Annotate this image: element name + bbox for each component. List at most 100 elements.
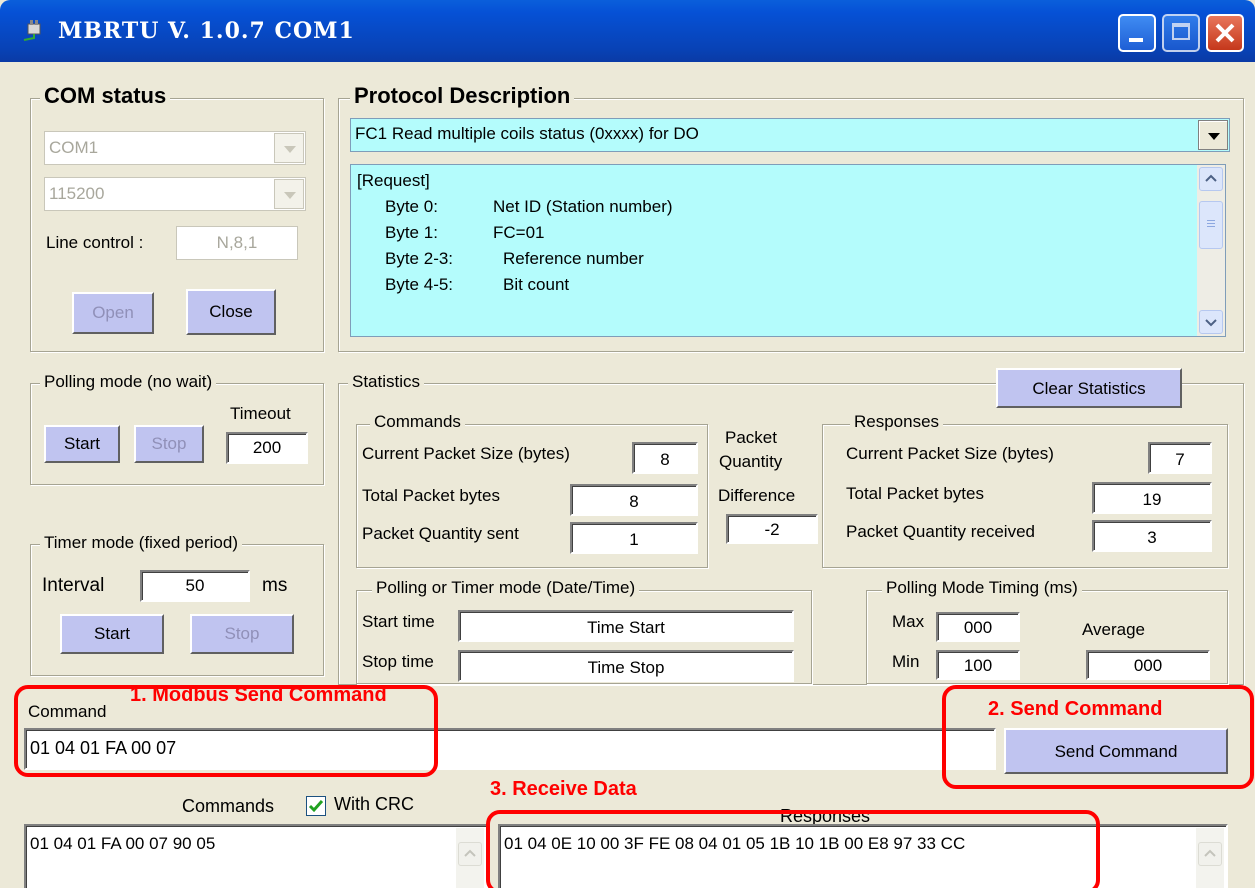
interval-input[interactable]: 50 [140,570,250,602]
grip-icon [1207,220,1215,221]
polling-mode-title: Polling mode (no wait) [40,372,217,392]
cmd-total-field: 8 [570,484,698,516]
protocol-line-value: Net ID (Station number) [493,197,673,216]
difference-label-line3: Difference [718,486,796,505]
com-status-title: COM status [40,83,171,109]
interval-label: Interval [42,575,105,596]
scroll-up-button[interactable] [458,842,482,866]
protocol-line-key: Byte 1: [385,223,438,242]
maximize-icon [1172,23,1190,40]
commands-log[interactable]: 01 04 01 FA 00 07 90 05 [24,824,488,888]
start-time-label: Start time [362,612,435,631]
protocol-line-key: Byte 2-3: [385,249,454,268]
close-window-button[interactable] [1206,14,1244,52]
resp-qty-field: 3 [1092,520,1212,552]
resp-total-field: 19 [1092,482,1212,514]
commands-log-scrollbar[interactable] [456,828,484,888]
protocol-line: [Request] [357,171,430,190]
protocol-line-key: Byte 0: [385,197,438,216]
cmd-qty-label: Packet Quantity sent [362,524,519,543]
function-code-value: FC1 Read multiple coils status (0xxxx) f… [355,124,699,143]
baud-rate-select: 115200 [44,177,306,211]
resp-size-field: 7 [1148,442,1212,474]
annotation-modbus-send-command: 1. Modbus Send Command [130,684,387,706]
chevron-down-icon [284,192,296,199]
polling-timing-title: Polling Mode Timing (ms) [882,578,1082,598]
chevron-up-icon [1204,849,1216,857]
timer-stop-button: Stop [190,614,294,654]
line-control-field: N,8,1 [176,226,298,260]
statistics-title: Statistics [348,372,425,392]
stop-time-label: Stop time [362,652,434,671]
stop-time-field: Time Stop [458,650,794,682]
difference-field: -2 [726,514,818,544]
min-field: 100 [936,650,1020,680]
close-port-button[interactable]: Close [186,289,276,335]
cmd-size-field: 8 [632,442,698,474]
chevron-down-icon [1205,319,1217,327]
protocol-description-text[interactable]: [Request] Byte 0: Net ID (Station number… [350,164,1226,337]
scroll-thumb[interactable] [1199,201,1223,249]
average-field: 000 [1086,650,1210,680]
function-code-select[interactable]: FC1 Read multiple coils status (0xxxx) f… [350,118,1230,152]
resp-qty-label: Packet Quantity received [846,522,1035,541]
responses-stats-title: Responses [850,412,944,432]
close-icon [1215,23,1235,43]
function-code-dropdown[interactable] [1198,120,1228,150]
difference-label-line2: Quantity [719,452,783,471]
maximize-button[interactable] [1162,14,1200,52]
baud-rate-value: 115200 [49,184,105,203]
protocol-title: Protocol Description [350,83,575,109]
chevron-down-icon [1208,133,1220,140]
checkmark-icon [308,800,324,813]
timer-mode-title: Timer mode (fixed period) [40,533,242,553]
open-button: Open [72,292,154,334]
resp-size-label: Current Packet Size (bytes) [846,444,1054,463]
protocol-scrollbar[interactable] [1197,165,1225,336]
minimize-button[interactable] [1118,14,1156,52]
protocol-line-value: FC=01 [493,223,545,242]
resp-total-label: Total Packet bytes [846,484,984,503]
com-port-select: COM1 [44,131,306,165]
polling-stop-button: Stop [134,425,204,463]
datetime-title: Polling or Timer mode (Date/Time) [372,578,640,598]
window-title: MBRTU V. 1.0.7 COM1 [58,18,355,44]
chevron-down-icon [284,146,296,153]
protocol-line-key: Byte 4-5: [385,275,454,294]
baud-rate-dropdown [274,179,304,209]
with-crc-checkbox[interactable] [306,796,326,816]
scroll-up-button[interactable] [1199,167,1223,191]
commands-stats-title: Commands [370,412,465,432]
timeout-input[interactable]: 200 [226,432,308,464]
timeout-label: Timeout [230,404,291,423]
chevron-up-icon [1205,174,1217,182]
scroll-down-button[interactable] [1199,310,1223,334]
cmd-qty-field: 1 [570,522,698,554]
scroll-up-button[interactable] [1198,842,1222,866]
protocol-line-value: Reference number [503,249,644,268]
line-control-label: Line control : [46,233,144,252]
com-port-value: COM1 [49,138,99,157]
max-field: 000 [936,612,1020,642]
min-label: Min [892,652,920,671]
timer-mode-group [30,544,324,676]
interval-unit-label: ms [262,575,288,596]
responses-log-scrollbar[interactable] [1196,828,1224,888]
start-time-field: Time Start [458,610,794,642]
minimize-icon [1129,38,1143,42]
annotation-send-command: 2. Send Command [988,698,1163,720]
cmd-size-label: Current Packet Size (bytes) [362,444,570,463]
max-label: Max [892,612,925,631]
difference-label-line1: Packet [725,428,777,447]
annotation-box-receive-data [486,810,1100,888]
clear-statistics-button[interactable]: Clear Statistics [996,368,1182,408]
annotation-receive-data: 3. Receive Data [490,778,637,800]
timer-start-button[interactable]: Start [60,614,164,654]
protocol-line-value: Bit count [503,275,570,294]
app-window: MBRTU V. 1.0.7 COM1 COM status COM1 1152… [0,0,1255,888]
average-label: Average [1082,620,1146,639]
app-plug-icon [23,20,41,41]
polling-start-button[interactable]: Start [44,425,120,463]
chevron-up-icon [464,849,476,857]
with-crc-label: With CRC [334,794,414,814]
